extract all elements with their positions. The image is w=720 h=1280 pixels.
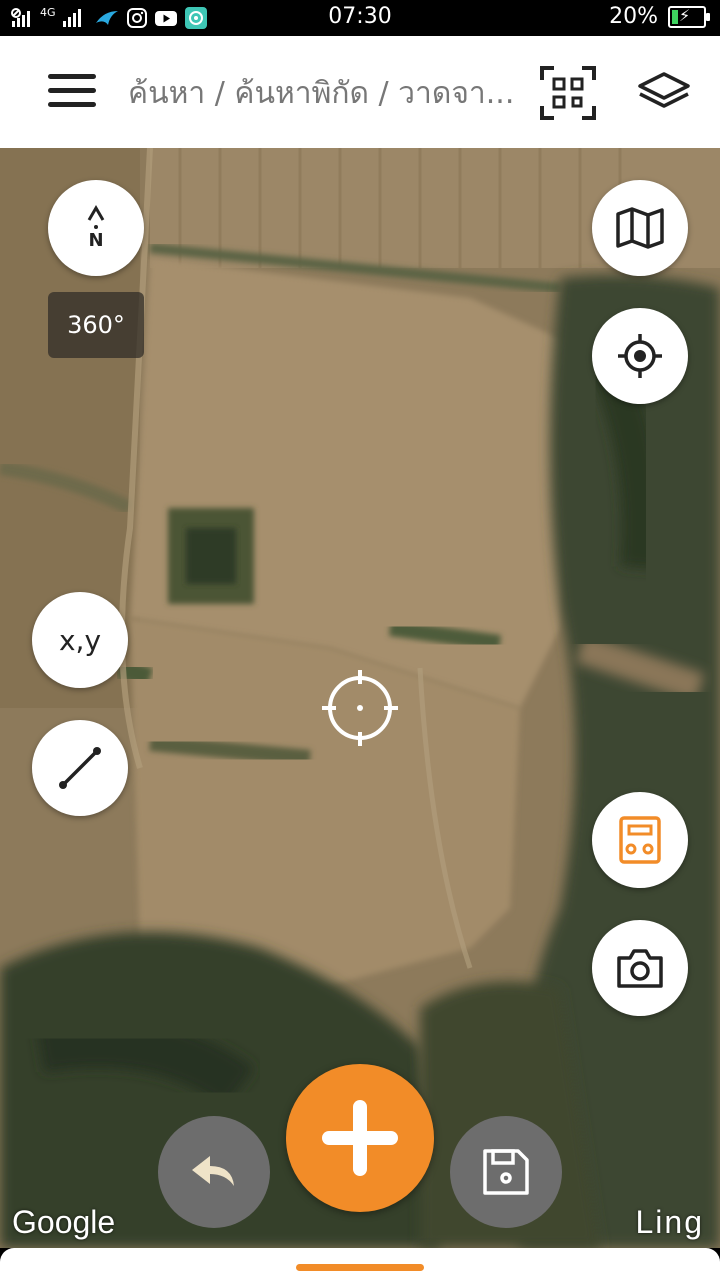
undo-icon xyxy=(192,1156,234,1186)
qr-scan-icon[interactable] xyxy=(540,66,596,120)
locate-button[interactable] xyxy=(592,308,688,404)
map-type-button[interactable] xyxy=(592,180,688,276)
add-point-button[interactable] xyxy=(286,1064,434,1212)
undo-button[interactable] xyxy=(158,1116,270,1228)
calculator-button[interactable] xyxy=(592,792,688,888)
map-icon xyxy=(616,207,664,249)
xy-coordinate-button[interactable]: x,y xyxy=(32,592,128,688)
breadcrumb[interactable]: ค้นหา / ค้นหาพิกัด / วาดจา... xyxy=(128,70,528,114)
app-header: ค้นหา / ค้นหาพิกัด / วาดจา... xyxy=(0,36,720,148)
compass-button[interactable]: N xyxy=(48,180,144,276)
locate-target-icon xyxy=(618,334,662,378)
camera-button[interactable] xyxy=(592,920,688,1016)
map-view[interactable]: N 360° x,y Google Ling xyxy=(0,148,720,1248)
center-crosshair-icon xyxy=(322,670,398,746)
charging-icon: ⚡ xyxy=(679,5,691,25)
measure-line-button[interactable] xyxy=(32,720,128,816)
line-measure-icon xyxy=(59,747,101,789)
bottom-sheet-handle[interactable] xyxy=(296,1264,424,1271)
layers-icon[interactable] xyxy=(636,70,692,114)
hamburger-icon[interactable] xyxy=(48,74,96,108)
bottom-sheet[interactable] xyxy=(0,1248,720,1280)
status-bar: 4G 07:30 20% ⚡ xyxy=(0,0,720,36)
xy-label: x,y xyxy=(58,623,102,657)
compass-letter: N xyxy=(88,230,104,251)
battery-percent: 20% xyxy=(609,4,658,29)
battery-icon: ⚡ xyxy=(668,5,710,28)
camera-icon xyxy=(617,949,663,988)
status-icons-right: 20% ⚡ xyxy=(609,4,710,29)
rotation-degree-button[interactable]: 360° xyxy=(48,292,144,358)
save-icon xyxy=(483,1149,529,1195)
calculator-icon xyxy=(619,816,661,864)
save-button[interactable] xyxy=(450,1116,562,1228)
battery-fill xyxy=(672,9,678,24)
google-logo: Google xyxy=(12,1204,116,1240)
ling-logo: Ling xyxy=(635,1204,704,1240)
plus-icon xyxy=(322,1100,398,1176)
